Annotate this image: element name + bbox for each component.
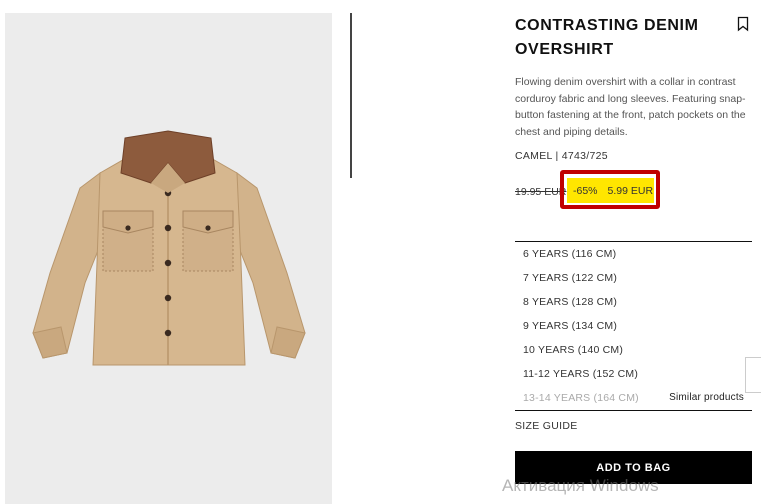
- original-price: 19.95 EUR: [515, 186, 567, 198]
- product-title-line1: CONTRASTING DENIM: [515, 17, 699, 34]
- size-option-unavailable[interactable]: 13-14 YEARS (164 CM) Similar products: [515, 386, 752, 410]
- sale-price: -65% 5.99 EUR: [567, 178, 654, 203]
- vertical-divider: [350, 13, 352, 178]
- side-panel-tab[interactable]: [745, 357, 761, 393]
- bookmark-icon[interactable]: [737, 16, 749, 32]
- windows-activation-watermark: Активация Windows: [502, 476, 659, 495]
- product-title-line2: OVERSHIRT: [515, 41, 614, 58]
- product-title: CONTRASTING DENIM OVERSHIRT: [515, 14, 725, 62]
- size-option[interactable]: 6 YEARS (116 CM): [515, 242, 752, 266]
- size-list: 6 YEARS (116 CM) 7 YEARS (122 CM) 8 YEAR…: [515, 241, 752, 411]
- overshirt-illustration: [32, 130, 306, 366]
- color-reference: CAMEL | 4743/725: [515, 150, 608, 162]
- product-description: Flowing denim overshirt with a collar in…: [515, 76, 746, 138]
- size-option[interactable]: 9 YEARS (134 CM): [515, 314, 752, 338]
- size-option[interactable]: 8 YEARS (128 CM): [515, 290, 752, 314]
- size-option[interactable]: 10 YEARS (140 CM): [515, 338, 752, 362]
- product-image[interactable]: [5, 13, 332, 504]
- size-guide-link[interactable]: SIZE GUIDE: [515, 420, 578, 432]
- similar-products-link[interactable]: Similar products: [669, 386, 744, 410]
- size-option[interactable]: 11-12 YEARS (152 CM): [515, 362, 752, 386]
- size-option[interactable]: 7 YEARS (122 CM): [515, 266, 752, 290]
- current-price: 5.99 EUR: [607, 184, 654, 197]
- size-option-label: 13-14 YEARS (164 CM): [523, 392, 639, 404]
- discount-badge: -65%: [573, 184, 598, 197]
